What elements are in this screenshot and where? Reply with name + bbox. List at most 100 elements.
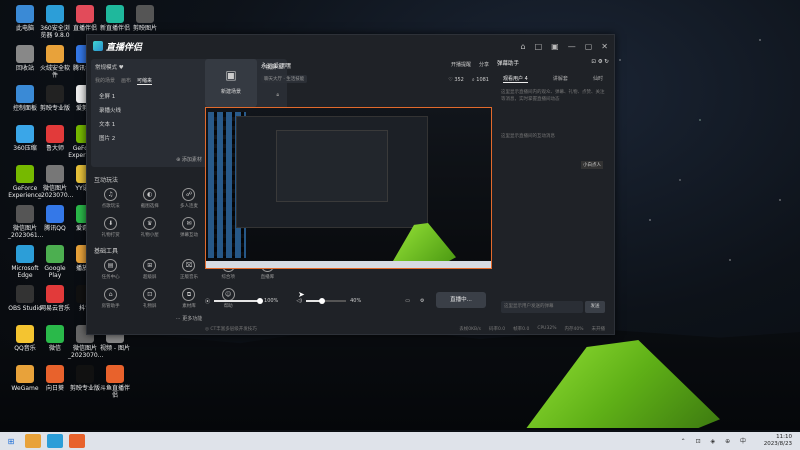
speaker-volume-slider[interactable] — [306, 297, 347, 304]
more-features-button[interactable]: ⋯ 更多功能 — [91, 315, 287, 322]
gear-icon[interactable]: ⚙ — [598, 59, 603, 65]
window-control-icon[interactable]: ✕ — [601, 42, 608, 51]
tool-button[interactable]: ⌂ 房管助手 — [91, 288, 130, 309]
desktop-icon[interactable]: 回收站 — [8, 45, 42, 72]
camera-icon[interactable]: ▭ — [405, 298, 410, 304]
stream-preview[interactable] — [205, 107, 492, 269]
tool-icon: ⊡ — [143, 288, 157, 301]
tool-button[interactable]: ☍ 多人连麦 — [169, 188, 208, 209]
expand-icon[interactable]: ⊡ — [591, 59, 596, 65]
room-category[interactable]: 聊天大厅 · 生活技能 — [261, 75, 308, 83]
tool-label: 点歌玩法 — [101, 204, 120, 209]
new-scene-button[interactable]: ▣ 新建场景 — [205, 59, 257, 107]
tool-button[interactable]: ◐ 截图选择 — [130, 188, 169, 209]
assistant-tab[interactable]: 仙时 — [593, 75, 603, 83]
clock[interactable]: 11:10 2023/8/23 — [764, 434, 792, 448]
start-button-icon[interactable]: ⊞ — [3, 434, 19, 448]
header-stats: ♡ 352 ⌕ 1081 — [448, 77, 489, 83]
tool-button[interactable]: ⌧ 正版音乐 — [169, 259, 208, 280]
mode-selector[interactable]: 常规模式 ♥ — [95, 63, 124, 71]
send-button[interactable]: 发送 — [585, 301, 605, 313]
window-control-icon[interactable]: — — [568, 42, 576, 51]
tool-button[interactable]: ✉ 弹幕互动 — [169, 217, 208, 238]
desktop-icon-label: 剪映图片 — [132, 25, 157, 32]
desktop-icon[interactable]: 新直播伴侣 — [98, 5, 132, 32]
speaker-volume-knob[interactable] — [319, 297, 326, 304]
taskbar-app-files[interactable] — [25, 434, 41, 448]
desktop-icon[interactable]: 斗鱼直播伴侣 — [98, 365, 132, 399]
app-icon — [16, 5, 34, 23]
desktop-icon[interactable]: GeForce Experience — [8, 165, 42, 199]
mic-volume-knob[interactable] — [257, 297, 264, 304]
assistant-tab[interactable]: 观看用户 4 — [503, 75, 528, 83]
tool-icon: ☍ — [182, 188, 196, 201]
desktop-icon[interactable]: 360安全浏览器 9.8.0 — [38, 5, 72, 39]
desktop-icon[interactable]: 网易云音乐 — [38, 285, 72, 312]
window-control-icon[interactable]: ⌂ — [521, 42, 526, 51]
scene-tab[interactable]: 可缩来 — [137, 77, 153, 85]
desktop-icon[interactable]: OBS Studio — [8, 285, 42, 312]
desktop-icon[interactable]: 微信图片_2023061... — [8, 205, 43, 239]
desktop-icon-label: 直播伴侣 — [72, 25, 97, 32]
desktop-icon-label: 斗鱼直播伴侣 — [99, 385, 130, 399]
taskbar-app-edge[interactable] — [47, 434, 63, 448]
app-icon — [106, 365, 124, 383]
room-title[interactable]: 永远爱嘿嘿 — [261, 61, 291, 70]
tool-button[interactable]: ⊡ 礼物屏 — [130, 288, 169, 309]
danmaku-input[interactable]: 这里显示用户发送的弹幕 — [501, 301, 583, 313]
desktop-icon[interactable]: 360压缩 — [8, 125, 42, 152]
scene-tab[interactable]: 我的场景 — [95, 77, 115, 85]
settings-icon[interactable]: ⚙ — [420, 298, 424, 304]
header-action[interactable]: 分享 — [479, 61, 489, 68]
assistant-tab[interactable]: 讲解套 — [553, 75, 568, 83]
tool-button[interactable]: ⊞ 超级屏 — [130, 259, 169, 280]
desktop-icon[interactable]: 剪映专业版 — [38, 85, 72, 112]
desktop-icon[interactable]: 控制面板 — [8, 85, 42, 112]
app-icon — [46, 245, 64, 263]
system-tray-icons[interactable]: ⌃ ⊡ ◈ ⊕ 中 — [681, 436, 750, 445]
tool-button[interactable]: ⧉ 素材库 — [169, 288, 208, 309]
taskbar-app-sunlogin[interactable] — [69, 434, 85, 448]
app-icon — [16, 365, 34, 383]
desktop-icon[interactable]: 剪映图片 — [128, 5, 162, 32]
scene-tab[interactable]: 画布 — [121, 77, 131, 85]
desktop-icon[interactable]: 微信 — [38, 325, 72, 352]
live-button[interactable]: 直播中... — [436, 292, 486, 308]
desktop-icon[interactable]: QQ音乐 — [8, 325, 42, 352]
desktop-icon-label: OBS Studio — [8, 305, 42, 312]
header-action[interactable]: 开播提醒 — [451, 61, 471, 68]
desktop-icon[interactable]: Microsoft Edge — [8, 245, 42, 279]
desktop-icon[interactable]: 火绒安全软件 — [38, 45, 72, 79]
tool-button[interactable]: ▤ 任务中心 — [91, 259, 130, 280]
title-bar[interactable]: 直播伴侣 ⌂ □ ▣ — ▢ ✕ — [87, 35, 614, 57]
window-control-icon[interactable]: □ — [535, 42, 543, 51]
desktop-icon[interactable]: 腾讯QQ — [38, 205, 72, 232]
window-control-icon[interactable]: ▣ — [551, 42, 559, 51]
desktop-icon[interactable]: 剪映专业版 — [68, 365, 102, 392]
desktop-icon[interactable]: Google Play — [38, 245, 72, 279]
tool-label: 弹幕互动 — [179, 233, 198, 238]
mic-icon[interactable]: ⦿ — [205, 298, 210, 305]
desktop-icon[interactable]: WeGame — [8, 365, 42, 392]
live-companion-window: 直播伴侣 ⌂ □ ▣ — ▢ ✕ 常规模式 ♥ 横屏 ⊞ 我的场景 画布 可缩来 全屏 1 🔒︎… — [86, 34, 615, 335]
app-icon — [16, 85, 34, 103]
tool-button[interactable]: ♛ 礼物小屋 — [130, 217, 169, 238]
tool-button[interactable]: ♫ 点歌玩法 — [91, 188, 130, 209]
desktop-icon[interactable]: 鲁大师 — [38, 125, 72, 152]
mic-volume-slider[interactable] — [214, 297, 264, 304]
mic-volume-value: 100% — [264, 298, 279, 304]
desktop-icon[interactable]: 此电脑 — [8, 5, 42, 32]
assistant-badge[interactable]: 小白点人 — [581, 161, 603, 169]
image-icon: ▣ — [225, 68, 237, 82]
tool-button[interactable]: ⬇ 礼物打赏 — [91, 217, 130, 238]
refresh-icon[interactable]: ↻ — [604, 59, 609, 65]
desktop-icon[interactable]: 直播伴侣 — [68, 5, 102, 32]
desktop-icon[interactable]: 微信图片_2023070... — [38, 165, 73, 199]
tool-label: 正版音乐 — [179, 275, 198, 280]
desktop-icon-label: 回收站 — [15, 65, 34, 72]
app-icon — [46, 205, 64, 223]
window-control-icon[interactable]: ▢ — [585, 42, 593, 51]
tool-label: 礼物屏 — [143, 304, 157, 309]
desktop-icon[interactable]: 向日葵 — [38, 365, 72, 392]
tool-icon: ⬇ — [104, 217, 118, 230]
